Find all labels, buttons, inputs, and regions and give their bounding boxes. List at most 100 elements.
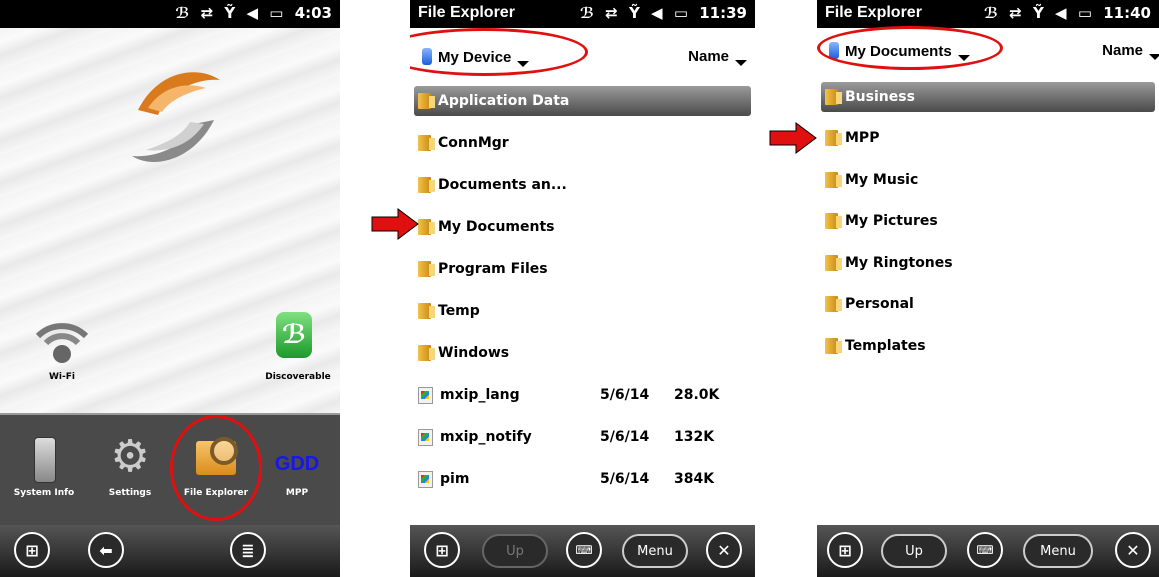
windows-start-icon[interactable]: ⊞ [827,532,863,568]
list-item[interactable]: Program Files [414,254,751,284]
menu-button[interactable]: Menu [622,534,688,568]
sort-dropdown[interactable]: Name [1102,42,1159,60]
bluetooth-icon: ℬ [276,312,312,358]
gear-icon: ⚙ [110,431,150,482]
file-icon [418,386,433,404]
list-item[interactable]: Documents an... [414,170,751,200]
sync-icon: ⇄ [605,4,618,22]
up-button[interactable]: Up [881,534,947,568]
menu-button[interactable]: Menu [1023,534,1093,568]
list-item[interactable]: Windows [414,338,751,368]
chevron-down-icon [1149,54,1159,60]
folder-icon [418,93,435,109]
folder-icon [418,261,435,277]
item-name: mxip_lang [440,387,520,403]
folder-icon [825,89,842,105]
arrow-icon [769,122,817,154]
item-name: My Pictures [845,213,938,229]
item-name: My Ringtones [845,255,953,271]
battery-icon: ▭ [269,4,284,22]
item-name: MPP [845,130,880,146]
list-item[interactable]: Application Data [414,86,751,116]
home-item-label: Discoverable [265,372,331,382]
bluetooth-icon: ℬ [175,4,190,22]
list-item[interactable]: My Pictures [821,206,1155,236]
up-button[interactable]: Up [482,534,548,568]
keyboard-icon[interactable]: ⌨ [967,532,1003,568]
item-name: pim [440,471,470,487]
chevron-down-icon [735,60,747,66]
file-icon [418,428,433,446]
sort-label: Name [1102,42,1143,59]
sort-dropdown[interactable]: Name [688,48,747,66]
battery-icon: ▭ [673,4,689,22]
list-item[interactable]: ConnMgr [414,128,751,158]
list-item[interactable]: mxip_lang 5/6/14 28.0K [414,380,751,410]
item-name: Application Data [438,93,570,109]
home-item-wifi[interactable]: Wi-Fi [30,310,94,390]
wifi-icon [35,323,89,363]
brand-logo [132,72,220,162]
clock: 11:40 [1103,4,1151,22]
list-item[interactable]: Personal [821,289,1155,319]
folder-icon [418,345,435,361]
item-size: 132K [674,429,715,445]
item-name: Program Files [438,261,548,277]
folder-icon [825,172,842,188]
list-item[interactable]: pim 5/6/14 384K [414,464,751,494]
status-bar[interactable]: File Explorer ℬ ⇄ Ỹ ◀︎ ▭ 11:40 [817,0,1159,28]
item-name: Business [845,89,915,105]
volume-icon: ◀︎ [1055,4,1067,22]
home-item-label: Wi-Fi [49,372,75,382]
back-icon[interactable]: ⬅ [88,532,124,568]
windows-start-icon[interactable]: ⊞ [14,532,50,568]
arrow-icon [371,208,419,240]
launcher-settings[interactable]: ⚙ Settings [90,415,170,525]
item-name: Templates [845,338,926,354]
folder-icon [825,213,842,229]
status-icons: ℬ ⇄ Ỹ ◀︎ ▭ 4:03 [169,4,332,22]
bottom-bar: ⊞ ⬅ ≣ [0,525,340,577]
folder-icon [825,255,842,271]
clock: 4:03 [294,4,332,22]
status-bar[interactable]: ℬ ⇄ Ỹ ◀︎ ▭ 4:03 [0,0,340,28]
bluetooth-icon: ℬ [983,4,998,22]
home-item-discoverable[interactable]: ℬ Discoverable [256,310,340,390]
launcher-mpp[interactable]: GDD MPP [257,415,337,525]
status-bar[interactable]: File Explorer ℬ ⇄ Ỹ ◀︎ ▭ 11:39 [410,0,755,28]
launcher-label: Settings [108,488,152,498]
bluetooth-icon: ℬ [579,4,594,22]
folder-icon [825,296,842,312]
highlight-circle [817,26,1003,70]
battery-icon: ▭ [1077,4,1093,22]
list-item[interactable]: MPP [821,123,1155,153]
volume-icon: ◀︎ [651,4,663,22]
list-item[interactable]: My Ringtones [821,248,1155,278]
menu-list-icon[interactable]: ≣ [230,532,266,568]
close-icon[interactable]: ✕ [1115,532,1151,568]
list-item[interactable]: My Documents [414,212,751,242]
list-item[interactable]: Temp [414,296,751,326]
item-name: Personal [845,296,914,312]
item-name: Temp [438,303,480,319]
list-item[interactable]: My Music [821,165,1155,195]
folder-icon [418,303,435,319]
status-icons: ℬ ⇄ Ỹ ◀︎ ▭ 11:39 [574,4,747,22]
list-item[interactable]: mxip_notify 5/6/14 132K [414,422,751,452]
list-item[interactable]: Templates [821,331,1155,361]
keyboard-icon[interactable]: ⌨ [566,532,602,568]
no-signal-icon: Ỹ [1032,4,1044,22]
app-title: File Explorer [418,4,515,21]
folder-icon [418,135,435,151]
close-icon[interactable]: ✕ [706,532,742,568]
sort-label: Name [688,48,729,65]
item-date: 5/6/14 [600,429,650,445]
volume-icon: ◀︎ [246,4,259,22]
launcher-system-info[interactable]: System Info [4,415,84,525]
no-signal-icon: Ỹ [628,4,640,22]
windows-start-icon[interactable]: ⊞ [424,532,460,568]
list-item[interactable]: Business [821,82,1155,112]
item-size: 28.0K [674,387,720,403]
file-explorer-screen: File Explorer ℬ ⇄ Ỹ ◀︎ ▭ 11:39 My Device… [410,0,755,577]
item-name: Windows [438,345,510,361]
